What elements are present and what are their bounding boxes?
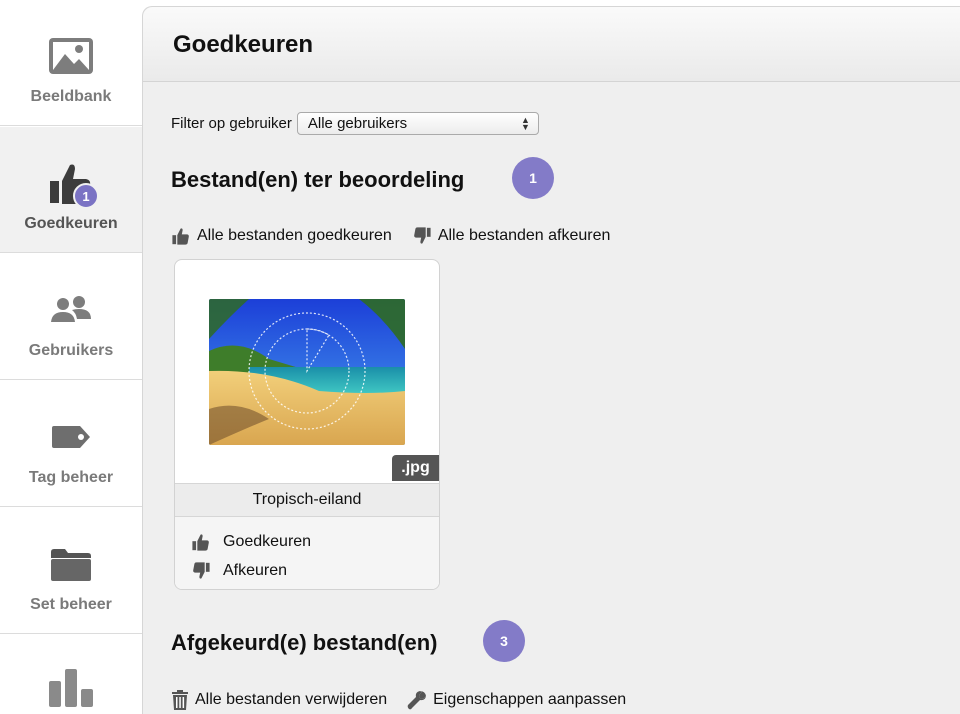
- trash-icon: [172, 690, 188, 710]
- users-icon: [45, 288, 97, 332]
- sidebar-item-label: Beeldbank: [30, 88, 112, 105]
- app-window: Beeldbank 1 Goedkeuren Gebruikers Tag be…: [0, 0, 960, 714]
- user-filter-select[interactable]: Alle gebruikers ▲ ▼: [296, 112, 539, 135]
- file-card-actions: Goedkeuren Afkeuren: [175, 517, 439, 589]
- reject-file-label: Afkeuren: [223, 561, 288, 579]
- reject-all-button[interactable]: Alle bestanden afkeuren: [412, 227, 611, 245]
- sidebar-item-set-beheer[interactable]: Set beheer: [0, 508, 142, 634]
- reject-all-label: Alle bestanden afkeuren: [437, 227, 611, 244]
- user-filter: Filter op gebruiker Alle gebruikers ▲ ▼: [171, 112, 539, 135]
- approve-file-button[interactable]: Goedkeuren: [191, 527, 439, 556]
- bar-chart-icon: [45, 665, 97, 709]
- pending-section-title: Bestand(en) ter beoordeling: [171, 167, 465, 192]
- page-title: Goedkeuren: [173, 31, 314, 58]
- approve-all-label: Alle bestanden goedkeuren: [197, 227, 392, 244]
- sidebar-item-label: Goedkeuren: [24, 215, 118, 232]
- folder-icon: [45, 542, 97, 586]
- reject-file-button[interactable]: Afkeuren: [191, 556, 439, 585]
- sidebar-item-beeldbank[interactable]: Beeldbank: [0, 0, 142, 126]
- sidebar-item-label: Gebruikers: [28, 342, 114, 359]
- file-thumbnail[interactable]: [209, 299, 405, 445]
- select-arrows-icon: ▲ ▼: [520, 114, 530, 132]
- sidebar-item-label: Set beheer: [30, 596, 112, 613]
- pending-actions: Alle bestanden goedkeuren Alle bestanden…: [171, 227, 630, 245]
- sidebar-item-goedkeuren[interactable]: 1 Goedkeuren: [0, 127, 142, 253]
- image-icon: [45, 34, 97, 78]
- sidebar-item-gebruikers[interactable]: Gebruikers: [0, 254, 142, 380]
- file-card: .jpg Tropisch-eiland Goedkeuren Afkeuren: [174, 259, 440, 590]
- select-value: Alle gebruikers: [307, 115, 408, 132]
- tag-icon: [45, 415, 97, 459]
- delete-all-label: Alle bestanden verwijderen: [195, 691, 388, 708]
- approve-file-label: Goedkeuren: [223, 532, 312, 550]
- thumbs-down-icon: [193, 561, 210, 579]
- approve-all-button[interactable]: Alle bestanden goedkeuren: [171, 227, 392, 245]
- thumbs-up-icon: 1: [45, 161, 99, 209]
- sidebar-item-statistieken[interactable]: [0, 635, 142, 714]
- page-header: Goedkeuren: [143, 7, 960, 82]
- thumbs-up-icon: [192, 533, 209, 551]
- delete-all-button[interactable]: Alle bestanden verwijderen: [171, 690, 387, 710]
- thumbs-up-icon: [172, 228, 189, 245]
- pending-count-badge: 1: [512, 157, 554, 199]
- sidebar: Beeldbank 1 Goedkeuren Gebruikers Tag be…: [0, 0, 142, 714]
- wrench-icon: [407, 691, 427, 710]
- filter-label: Filter op gebruiker: [171, 115, 292, 132]
- sidebar-item-tag-beheer[interactable]: Tag beheer: [0, 381, 142, 507]
- rejected-section-title: Afgekeurd(e) bestand(en): [171, 630, 438, 655]
- notification-badge: 1: [73, 183, 99, 209]
- rejected-count-badge: 3: [483, 620, 525, 662]
- thumbs-down-icon: [413, 227, 431, 244]
- sidebar-item-label: Tag beheer: [28, 469, 114, 486]
- file-name: Tropisch-eiland: [175, 483, 439, 517]
- rejected-actions: Alle bestanden verwijderen Eigenschappen…: [171, 690, 646, 710]
- main-panel: Goedkeuren Filter op gebruiker Alle gebr…: [142, 6, 960, 714]
- file-extension-badge: .jpg: [392, 455, 439, 481]
- edit-properties-button[interactable]: Eigenschappen aanpassen: [407, 690, 626, 710]
- edit-properties-label: Eigenschappen aanpassen: [433, 691, 627, 708]
